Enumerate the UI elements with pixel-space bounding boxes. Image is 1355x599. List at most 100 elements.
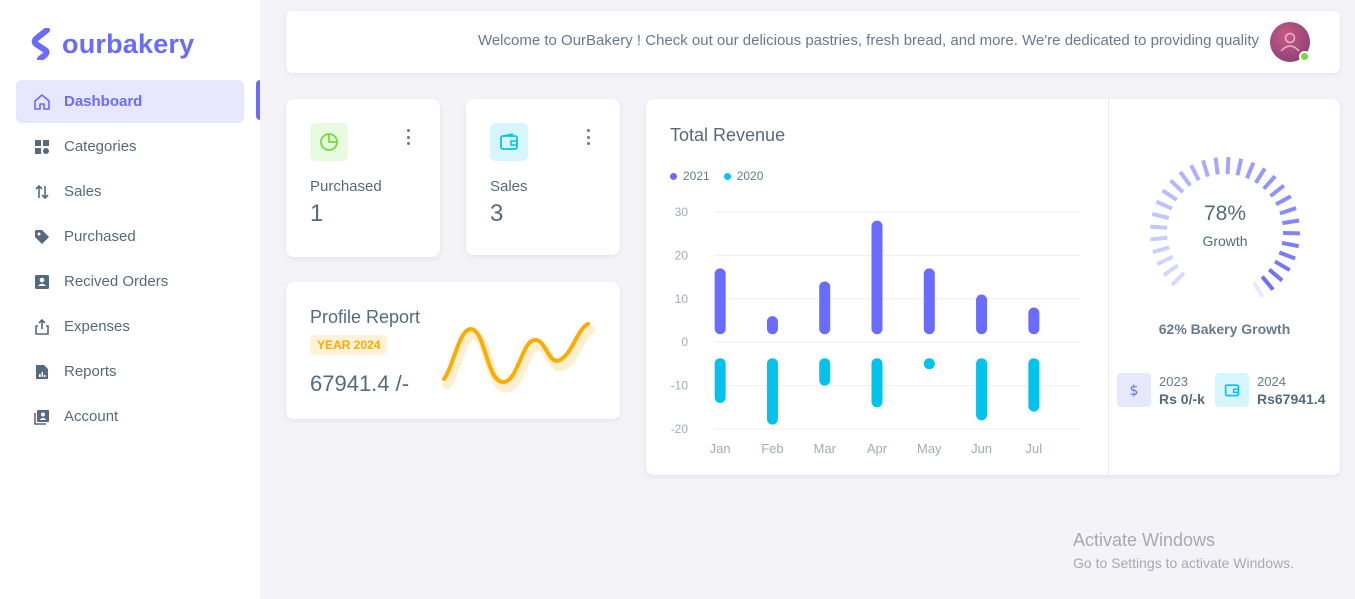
sidebar-item-purchased[interactable]: Purchased (16, 215, 244, 258)
sidebar-item-dashboard[interactable]: Dashboard (16, 80, 244, 123)
card-divider (1108, 99, 1109, 475)
gauge-tick (1279, 206, 1297, 216)
bar-2020 (923, 358, 935, 370)
dollar-icon: $ (1117, 373, 1151, 407)
gauge-tick (1267, 268, 1284, 283)
bar-2020 (819, 358, 831, 386)
gauge-tick (1155, 199, 1173, 211)
legend-dot (723, 172, 731, 180)
logo-text: ourbakery (62, 28, 195, 59)
activate-windows-watermark: Activate Windows Go to Settings to activ… (1073, 530, 1294, 571)
report-file-icon (33, 363, 51, 381)
user-avatar-icon (1280, 32, 1300, 52)
y-tick-label: -10 (671, 379, 689, 393)
stat-value: 3 (490, 200, 504, 227)
gauge-tick (1170, 271, 1186, 287)
legend-label: 2021 (683, 169, 710, 183)
gauge-tick (1169, 178, 1185, 194)
y-tick-label: 0 (681, 335, 688, 349)
export-icon (33, 318, 51, 336)
gauge-tick (1269, 183, 1286, 198)
gauge-tick (1278, 250, 1296, 261)
sidebar-item-categories[interactable]: Categories (16, 125, 244, 168)
bar-2021 (714, 268, 726, 335)
sidebar-item-label: Sales (64, 183, 102, 200)
more-options-icon[interactable] (402, 129, 414, 145)
sidebar-item-recived-orders[interactable]: Recived Orders (16, 260, 244, 303)
legend-item: 2020 (723, 169, 763, 183)
sidebar-item-expenses[interactable]: Expenses (16, 305, 244, 348)
gauge-tick (1245, 161, 1256, 180)
x-tick-label: Apr (867, 441, 888, 456)
sales-stat-card: Sales 3 (466, 99, 620, 255)
revenue-bar-chart: 30 20 10 0 -10 -20 Jan Feb Mar Apr May Jun Jul (671, 205, 1080, 456)
profile-report-card: Profile Report YEAR 2024 67941.4 /- (286, 282, 620, 419)
wallet-icon (1215, 373, 1249, 407)
tag-icon (33, 228, 51, 246)
year-label: 2023 (1159, 373, 1188, 389)
y-tick-label: 30 (675, 205, 689, 219)
year-value: Rs 0/-k (1159, 390, 1205, 407)
gauge-tick (1201, 159, 1210, 178)
bar-2021 (923, 268, 935, 335)
bar-2020 (976, 358, 988, 421)
watermark-subtitle: Go to Settings to activate Windows. (1073, 555, 1294, 571)
bakery-growth-text: 62% Bakery Growth (1158, 321, 1291, 337)
gauge-tick (1254, 167, 1267, 184)
sidebar-item-reports[interactable]: Reports (16, 350, 244, 393)
wallet-icon (490, 123, 528, 161)
sidebar-item-label: Dashboard (64, 93, 143, 110)
welcome-message: Welcome to OurBakery ! Check out our del… (477, 32, 1259, 49)
bar-2021 (1028, 307, 1040, 335)
gauge-tick (1156, 255, 1174, 266)
active-indicator (256, 80, 260, 120)
growth-value: 78% (1203, 202, 1247, 225)
bar-2020 (714, 358, 726, 403)
gauge-tick (1281, 240, 1300, 249)
bar-2020 (871, 358, 883, 408)
stat-value: 1 (310, 200, 324, 227)
gauge-tick (1260, 275, 1275, 291)
bar-2021 (766, 316, 778, 335)
bar-2021 (819, 281, 831, 335)
sidebar-item-label: Reports (64, 363, 117, 380)
top-navbar: Welcome to OurBakery ! Check out our del… (286, 11, 1340, 73)
legend-item: 2021 (670, 169, 710, 183)
watermark-title: Activate Windows (1073, 530, 1216, 550)
svg-text:$: $ (1130, 383, 1139, 398)
sidebar-menu: Dashboard Categories Sales Purchased Rec… (16, 80, 244, 440)
online-status-dot (1299, 51, 1310, 62)
sidebar-item-account[interactable]: Account (16, 395, 244, 438)
sidebar-item-sales[interactable]: Sales (16, 170, 244, 213)
y-tick-label: 10 (675, 292, 689, 306)
total-revenue-card: Total Revenue 2021 2020 30 20 10 0 -10 -20 Jan… (646, 99, 1340, 475)
y-tick-label: 20 (675, 248, 689, 262)
gauge-tick (1152, 245, 1170, 254)
sidebar-item-label: Purchased (64, 228, 136, 245)
bar-2020 (1028, 358, 1040, 412)
year-value: Rs67941.4 (1257, 390, 1326, 407)
growth-gauge (1150, 156, 1301, 298)
bar-2021 (871, 220, 883, 335)
gauge-tick (1262, 174, 1277, 191)
gauge-tick (1178, 170, 1192, 187)
year-label: 2024 (1257, 373, 1286, 389)
sidebar-item-label: Account (64, 408, 119, 425)
gauge-tick (1282, 218, 1300, 226)
gauge-tick (1225, 156, 1231, 175)
growth-label: Growth (1202, 233, 1248, 249)
year-2023-summary: $ 2023 Rs 0/-k (1117, 373, 1205, 407)
gauge-tick (1252, 281, 1265, 298)
sidebar-item-label: Expenses (64, 318, 130, 335)
more-options-icon[interactable] (582, 129, 594, 145)
profile-report-value: 67941.4 /- (310, 371, 410, 396)
x-tick-label: Jan (710, 441, 731, 456)
gauge-tick (1151, 211, 1170, 220)
x-tick-label: Jul (1026, 441, 1043, 456)
contact-card-icon (33, 273, 51, 291)
gauge-tick (1189, 164, 1201, 182)
user-avatar[interactable] (1270, 22, 1310, 62)
profile-report-title: Profile Report (310, 307, 421, 327)
logo[interactable]: ourbakery (30, 28, 194, 60)
purchased-stat-card: Purchased 1 (286, 99, 440, 257)
